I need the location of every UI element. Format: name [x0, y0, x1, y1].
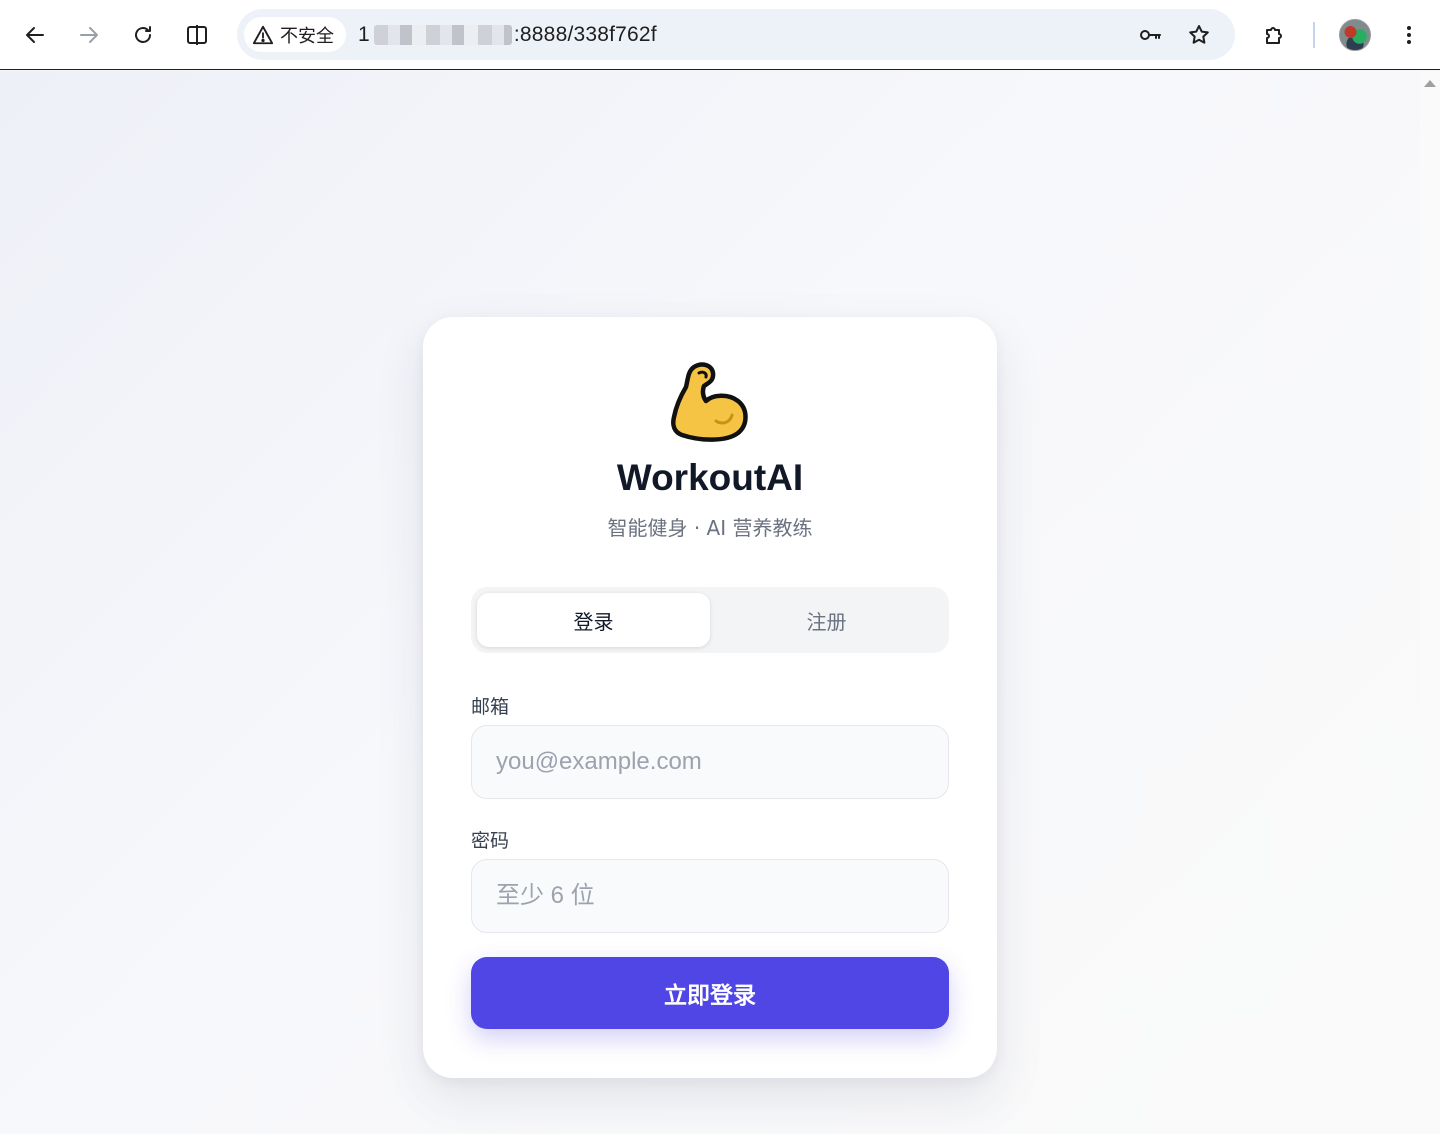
key-icon	[1140, 30, 1161, 40]
reload-button[interactable]	[125, 17, 161, 53]
url-redacted	[373, 24, 512, 45]
address-bar[interactable]: 不安全 1 :8888/338f762f	[237, 9, 1235, 60]
reload-icon	[135, 26, 151, 43]
browser-toolbar: 不安全 1 :8888/338f762f	[0, 0, 1440, 70]
login-submit-button[interactable]: 立即登录	[471, 957, 949, 1029]
toolbar-divider	[1313, 22, 1315, 48]
arrow-left-icon	[26, 27, 44, 43]
url-prefix: 1	[358, 22, 370, 46]
star-icon	[1189, 25, 1209, 44]
more-vert-icon	[1407, 26, 1411, 44]
app-brand: WorkoutAI	[616, 457, 804, 498]
password-field[interactable]	[471, 859, 949, 933]
email-field[interactable]	[471, 725, 949, 799]
profile-avatar[interactable]	[1339, 19, 1371, 51]
split-view-icon	[187, 25, 207, 45]
arrow-right-icon	[80, 27, 98, 43]
menu-button[interactable]	[1392, 18, 1426, 52]
app-tagline: 智能健身 · AI 营养教练	[607, 516, 813, 540]
flexed-biceps-icon	[671, 362, 748, 442]
scrollbar[interactable]	[1420, 71, 1440, 1134]
security-chip[interactable]: 不安全	[244, 17, 346, 52]
url-text[interactable]: 1 :8888/338f762f	[358, 9, 657, 60]
password-label: 密码	[471, 830, 510, 852]
back-button[interactable]	[17, 17, 53, 53]
email-label: 邮箱	[471, 696, 510, 718]
auth-tabs: 登录 注册	[471, 587, 949, 653]
bookmark-button[interactable]	[1185, 21, 1213, 49]
tab-login[interactable]: 登录	[477, 593, 710, 647]
puzzle-icon	[1266, 27, 1282, 44]
tab-register[interactable]: 注册	[710, 593, 943, 647]
password-key-button[interactable]	[1136, 21, 1164, 49]
extensions-button[interactable]	[1258, 18, 1292, 52]
login-card: WorkoutAI 智能健身 · AI 营养教练 登录 注册 邮箱 密码 立即登…	[423, 317, 997, 1078]
forward-button[interactable]	[71, 17, 107, 53]
scroll-up-arrow-icon[interactable]	[1424, 80, 1436, 87]
split-view-button[interactable]	[179, 17, 215, 53]
security-label: 不安全	[280, 25, 334, 46]
warning-icon	[252, 25, 274, 44]
url-suffix: :8888/338f762f	[513, 22, 657, 46]
